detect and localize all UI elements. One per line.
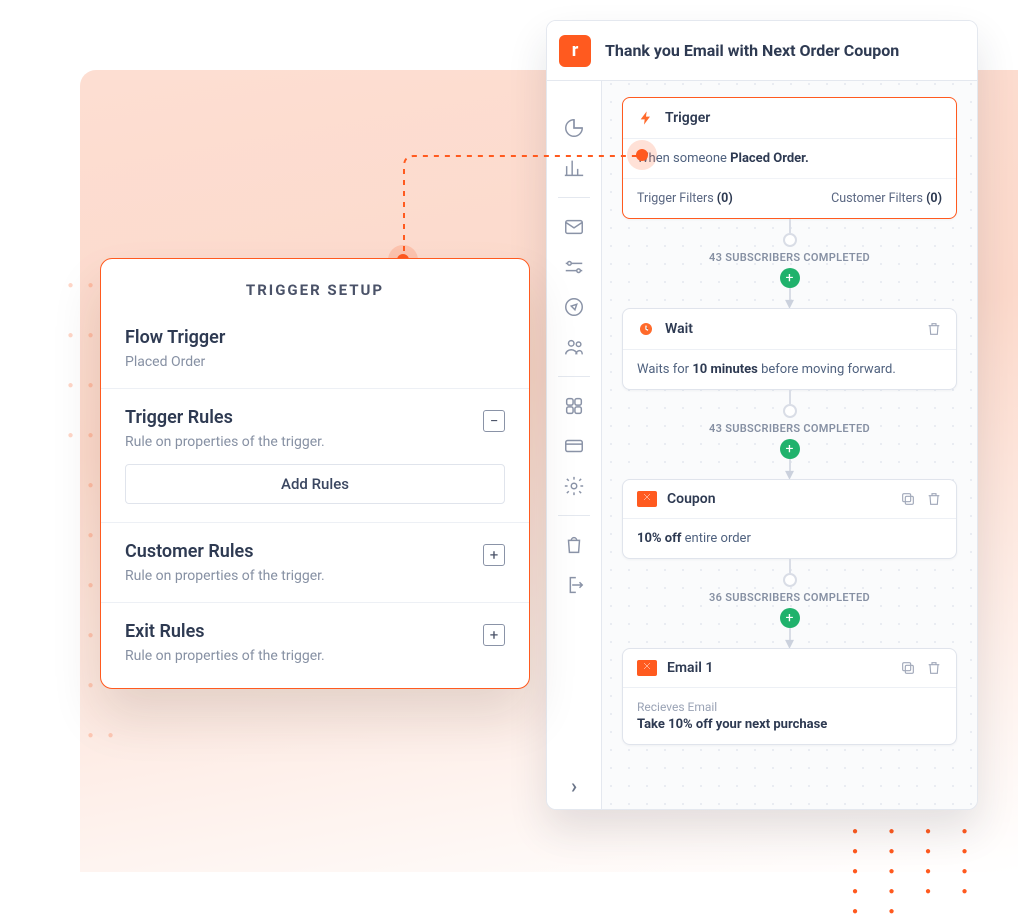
page-title: Thank you Email with Next Order Coupon	[605, 41, 899, 60]
collapse-icon[interactable]: −	[483, 410, 505, 432]
add-step-button[interactable]: +	[780, 439, 800, 459]
nav-logout-icon[interactable]	[563, 574, 585, 596]
add-rules-button[interactable]: Add Rules	[125, 464, 505, 504]
nav-people-icon[interactable]	[563, 336, 585, 358]
trigger-label: Trigger	[665, 110, 710, 126]
delete-icon[interactable]	[926, 491, 942, 507]
mail-icon	[637, 491, 657, 507]
add-step-button[interactable]: +	[780, 608, 800, 628]
expand-icon[interactable]: +	[483, 624, 505, 646]
mail-icon	[637, 660, 657, 676]
delete-icon[interactable]	[926, 660, 942, 676]
stat-2: 43 SUBSCRIBERS COMPLETED	[709, 418, 870, 439]
trigger-filters[interactable]: Trigger Filters (0) Customer Filters (0)	[623, 178, 956, 218]
bolt-icon	[637, 109, 655, 127]
delete-icon[interactable]	[926, 321, 942, 337]
nav-card-icon[interactable]	[563, 435, 585, 457]
connector-endpoint	[636, 149, 648, 161]
nav-store-icon[interactable]	[563, 534, 585, 556]
nav-settings-icon[interactable]	[563, 475, 585, 497]
coupon-card[interactable]: Coupon 10% off entire order	[622, 479, 957, 559]
decorative-dots: ● ● ● ● ● ● ● ●● ● ● ● ● ● ● ● ● ●	[852, 822, 1018, 922]
duplicate-icon[interactable]	[900, 491, 916, 507]
expand-icon[interactable]: +	[483, 544, 505, 566]
wait-label: Wait	[665, 321, 693, 337]
clock-icon	[637, 320, 655, 338]
email-label: Email 1	[667, 660, 713, 676]
duplicate-icon[interactable]	[900, 660, 916, 676]
nav-compass-icon[interactable]	[563, 296, 585, 318]
coupon-label: Coupon	[667, 491, 716, 507]
nav-email-icon[interactable]	[563, 216, 585, 238]
trigger-card[interactable]: Trigger When someone Placed Order. Trigg…	[622, 97, 957, 219]
setup-title: TRIGGER SETUP	[101, 281, 529, 299]
add-step-button[interactable]: +	[780, 268, 800, 288]
brand-badge: r	[559, 35, 591, 67]
nav-overview-icon[interactable]	[563, 117, 585, 139]
nav-apps-icon[interactable]	[563, 395, 585, 417]
stat-1: 43 SUBSCRIBERS COMPLETED	[709, 247, 870, 268]
trigger-setup-panel: TRIGGER SETUP Flow Trigger Placed Order …	[100, 258, 530, 689]
stat-3: 36 SUBSCRIBERS COMPLETED	[709, 587, 870, 608]
section-customer-rules: Customer Rules + Rule on properties of t…	[101, 523, 529, 603]
wait-card[interactable]: Wait Waits for 10 minutes before moving …	[622, 308, 957, 390]
flow-builder-window: r Thank you Email with Next Order Coupon…	[546, 20, 978, 810]
side-nav: ›	[547, 21, 602, 809]
section-exit-rules: Exit Rules + Rule on properties of the t…	[101, 603, 529, 688]
nav-analytics-icon[interactable]	[563, 157, 585, 179]
flow-node	[783, 233, 797, 247]
section-trigger-rules: Trigger Rules − Rule on properties of th…	[101, 389, 529, 523]
titlebar: r Thank you Email with Next Order Coupon	[547, 21, 977, 81]
email-card[interactable]: Email 1 Recieves Email Take 10% off your…	[622, 648, 957, 745]
expand-sidebar-icon[interactable]: ›	[563, 775, 585, 797]
nav-sliders-icon[interactable]	[563, 256, 585, 278]
section-flow-trigger: Flow Trigger Placed Order	[101, 309, 529, 389]
flow-canvas[interactable]: Trigger When someone Placed Order. Trigg…	[602, 21, 977, 809]
